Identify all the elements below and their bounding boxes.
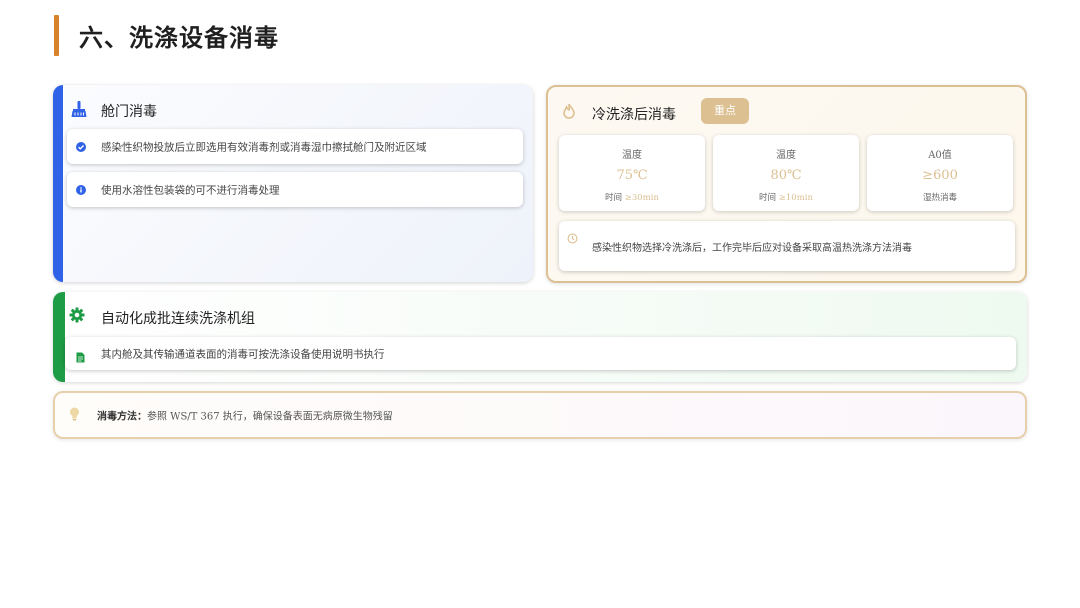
list-item-text: 使用水溶性包装袋的可不进行消毒处理: [101, 184, 280, 196]
metric-label: 温度: [622, 150, 642, 161]
metric-card: 温度 75℃ 时间 ≥30min: [559, 135, 705, 211]
fire-icon: [562, 103, 576, 123]
note-text: 感染性织物选择冷洗涤后，工作完毕后应对设备采取高温热洗涤方法消毒: [592, 243, 912, 254]
metric-sub: 时间 ≥10min: [759, 193, 813, 203]
metric-card: 温度 80℃ 时间 ≥10min: [713, 135, 859, 211]
title-accent-bar: [54, 15, 59, 56]
list-item-text: 其内舱及其传输通道表面的消毒可按洗涤设备使用说明书执行: [101, 348, 385, 360]
list-item: 使用水溶性包装袋的可不进行消毒处理: [67, 172, 523, 207]
metric-sub: 湿热消毒: [922, 193, 957, 203]
info-circle-icon: [76, 184, 86, 195]
hatch-disinfection-card: 舱门消毒 感染性织物投放后立即选用有效消毒剂或消毒湿巾擦拭舱门及附近区域 使用水…: [53, 85, 533, 282]
automated-washer-card: 自动化成批连续洗涤机组 其内舱及其传输通道表面的消毒可按洗涤设备使用说明书执行: [53, 292, 1027, 382]
check-circle-icon: [76, 141, 86, 152]
cold-wash-card-title: 冷洗涤后消毒: [592, 107, 676, 123]
broom-icon: [70, 100, 88, 122]
list-item: 其内舱及其传输通道表面的消毒可按洗涤设备使用说明书执行: [65, 337, 1016, 370]
key-point-badge: 重点: [701, 98, 749, 124]
metric-value: 75℃: [616, 168, 648, 183]
metric-label: 温度: [776, 150, 796, 161]
metric-value: 80℃: [770, 168, 802, 183]
metric-label: A0值: [928, 150, 952, 161]
list-item: 感染性织物投放后立即选用有效消毒剂或消毒湿巾擦拭舱门及附近区域: [67, 129, 523, 164]
list-item-text: 感染性织物投放后立即选用有效消毒剂或消毒湿巾擦拭舱门及附近区域: [101, 141, 427, 153]
hatch-card-title: 舱门消毒: [101, 104, 157, 120]
metric-card: A0值 ≥600 湿热消毒: [867, 135, 1013, 211]
method-content: 参照 WS/T 367 执行，确保设备表面无病原微生物残留: [147, 411, 393, 423]
metric-sub: 时间 ≥30min: [605, 193, 659, 203]
disinfection-method-card: 消毒方法：参照 WS/T 367 执行，确保设备表面无病原微生物残留: [53, 391, 1027, 439]
clock-icon: [567, 229, 578, 248]
automated-washer-title: 自动化成批连续洗涤机组: [101, 311, 255, 327]
method-text: 消毒方法：参照 WS/T 367 执行，确保设备表面无病原微生物残留: [97, 408, 393, 423]
method-label: 消毒方法：: [97, 411, 147, 423]
metric-value: ≥600: [922, 168, 958, 183]
cold-wash-disinfection-card: 冷洗涤后消毒 重点 温度 75℃ 时间 ≥30min 温度 80℃ 时间 ≥10…: [546, 85, 1027, 283]
document-icon: [76, 348, 85, 367]
gear-icon: [69, 307, 85, 327]
page-title: 六、洗涤设备消毒: [79, 23, 279, 52]
lightbulb-icon: [69, 407, 80, 426]
note-box: 感染性织物选择冷洗涤后，工作完毕后应对设备采取高温热洗涤方法消毒: [559, 221, 1015, 271]
